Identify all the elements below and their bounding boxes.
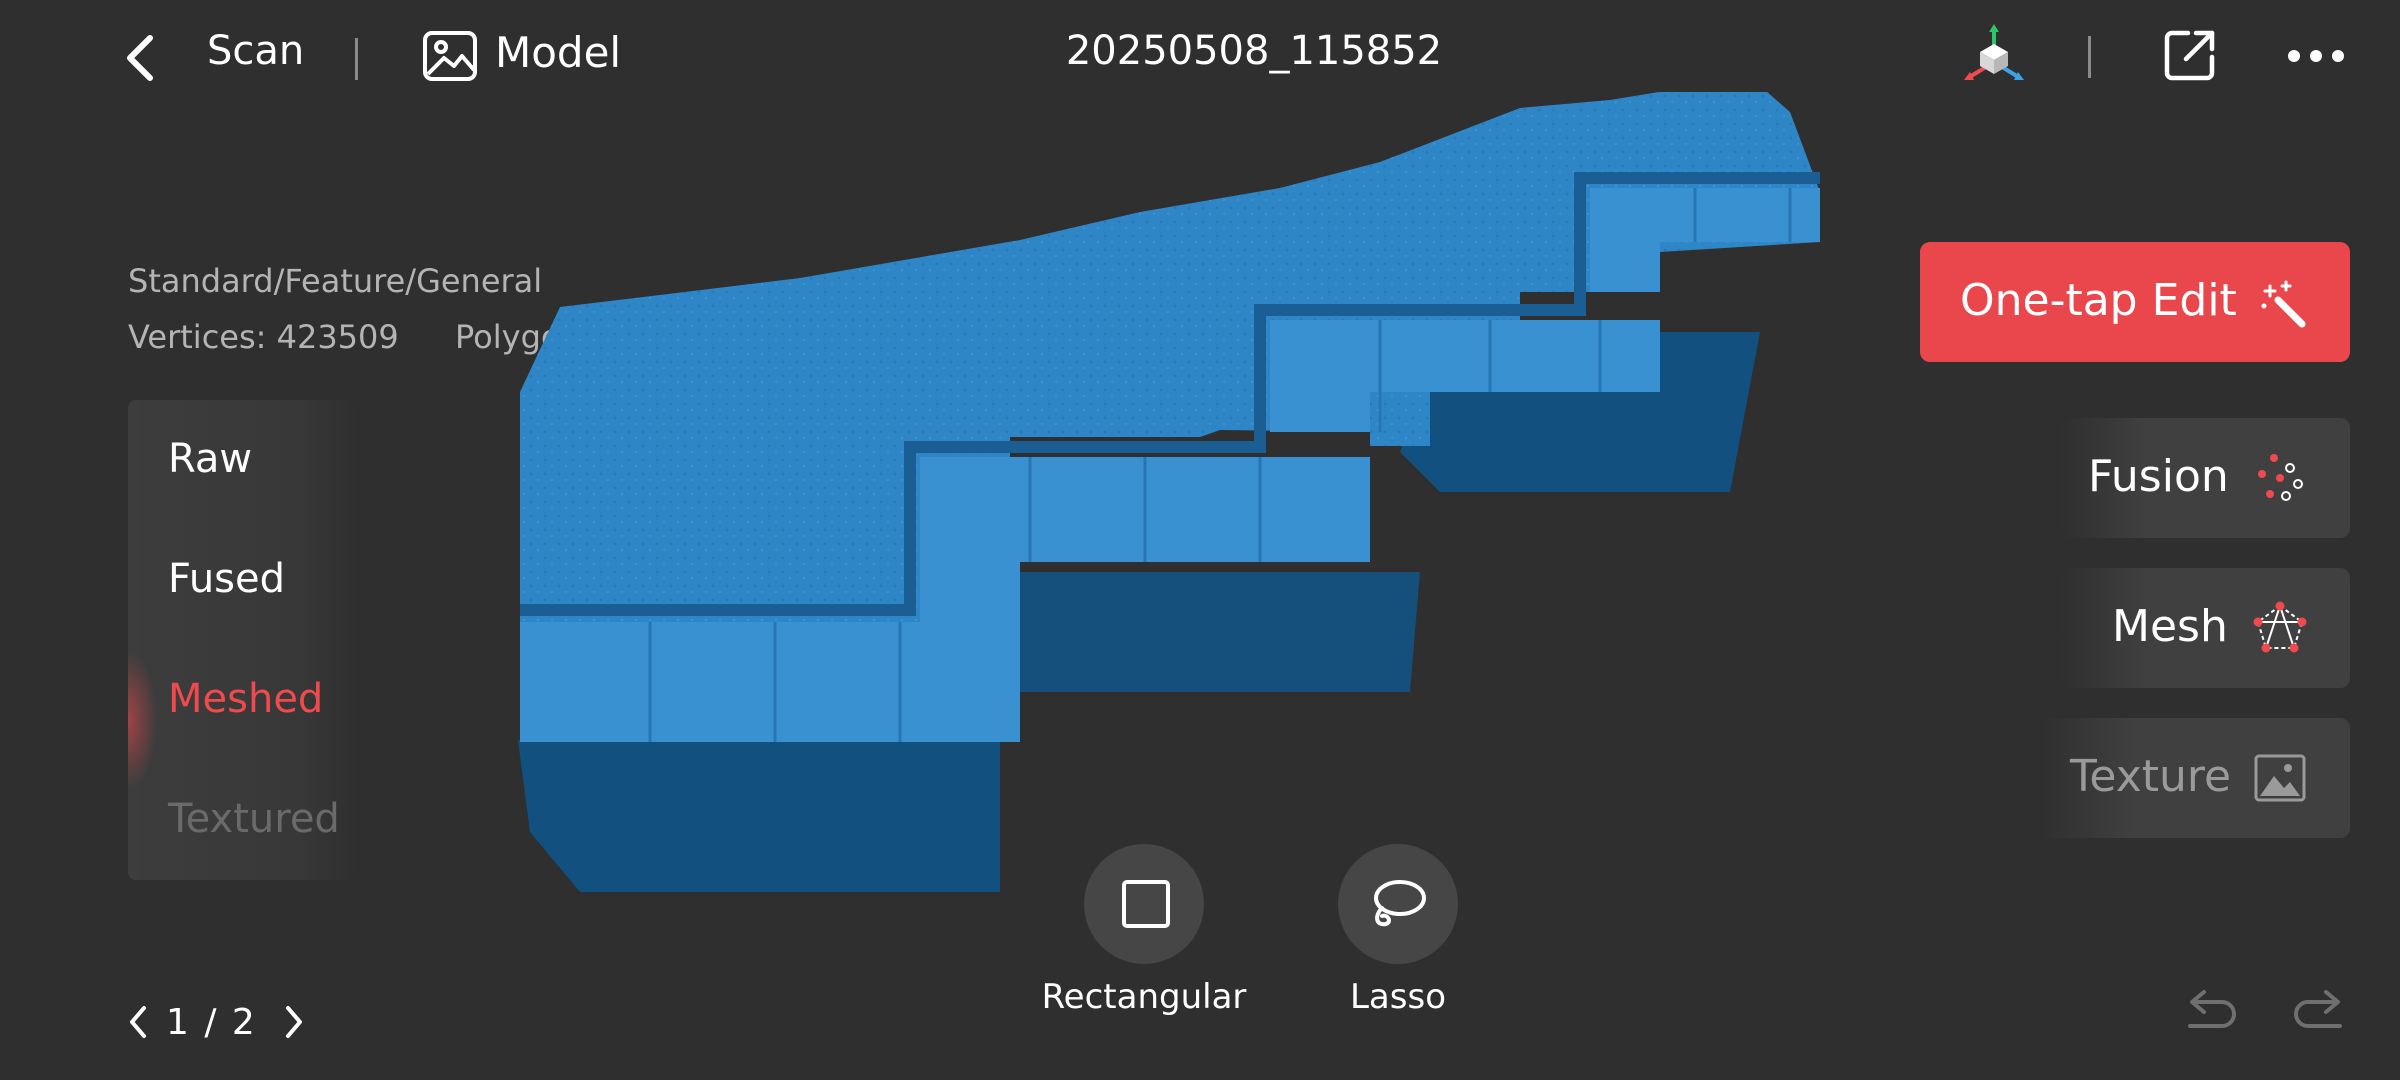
mesh-button[interactable]: Mesh: [2060, 568, 2350, 688]
texture-image-icon: [2254, 754, 2306, 802]
texture-label: Texture: [2070, 751, 2232, 802]
lasso-icon: [1374, 880, 1426, 927]
export-button[interactable]: [2162, 27, 2218, 83]
lasso-select-button[interactable]: [1338, 844, 1458, 964]
fusion-icon: [2258, 454, 2303, 501]
stage-raw[interactable]: Raw: [168, 436, 252, 482]
scanned-mesh: [518, 77, 1820, 892]
magic-wand-icon: [2261, 280, 2306, 328]
page-indicator: 1 / 2: [166, 1002, 257, 1043]
next-page-button[interactable]: [280, 1002, 308, 1042]
fusion-label: Fusion: [2088, 451, 2229, 502]
scan-mode-text: Standard/Feature/General: [128, 262, 543, 300]
stage-selector: Raw Fused Meshed Textured: [128, 400, 356, 880]
axis-cube-icon: [1964, 24, 2024, 80]
export-icon: [2164, 30, 2215, 81]
header-divider-right: [2088, 36, 2091, 78]
mesh-label: Mesh: [2112, 601, 2228, 652]
more-button[interactable]: [2286, 36, 2346, 76]
stage-meshed[interactable]: Meshed: [168, 676, 323, 722]
chevron-right-icon: [286, 1006, 302, 1038]
page-title: 20250508_115852: [1065, 28, 1443, 74]
texture-button[interactable]: Texture: [2040, 718, 2350, 838]
rectangular-select-button[interactable]: [1084, 844, 1204, 964]
redo-button[interactable]: [2292, 988, 2348, 1038]
one-tap-edit-label: One-tap Edit: [1960, 275, 2237, 326]
fusion-button[interactable]: Fusion: [2060, 418, 2350, 538]
chevron-left-icon: [130, 1006, 146, 1038]
rectangular-label: Rectangular: [1041, 977, 1247, 1017]
model-viewport[interactable]: [500, 77, 1940, 912]
axis-view-button[interactable]: [1958, 22, 2030, 88]
vertices-count: Vertices: 423509: [128, 318, 399, 356]
previous-page-button[interactable]: [124, 1002, 152, 1042]
rectangle-icon: [1122, 880, 1170, 928]
undo-icon: [2188, 990, 2236, 1028]
redo-icon: [2294, 990, 2342, 1028]
undo-button[interactable]: [2182, 988, 2238, 1038]
mesh-icon: [2253, 601, 2307, 653]
stage-fused[interactable]: Fused: [168, 556, 285, 602]
lasso-label: Lasso: [1349, 977, 1446, 1017]
one-tap-edit-button[interactable]: One-tap Edit: [1920, 242, 2350, 362]
active-stage-indicator: [128, 650, 158, 790]
more-dots-icon: [2288, 50, 2344, 62]
stage-textured[interactable]: Textured: [168, 796, 340, 842]
